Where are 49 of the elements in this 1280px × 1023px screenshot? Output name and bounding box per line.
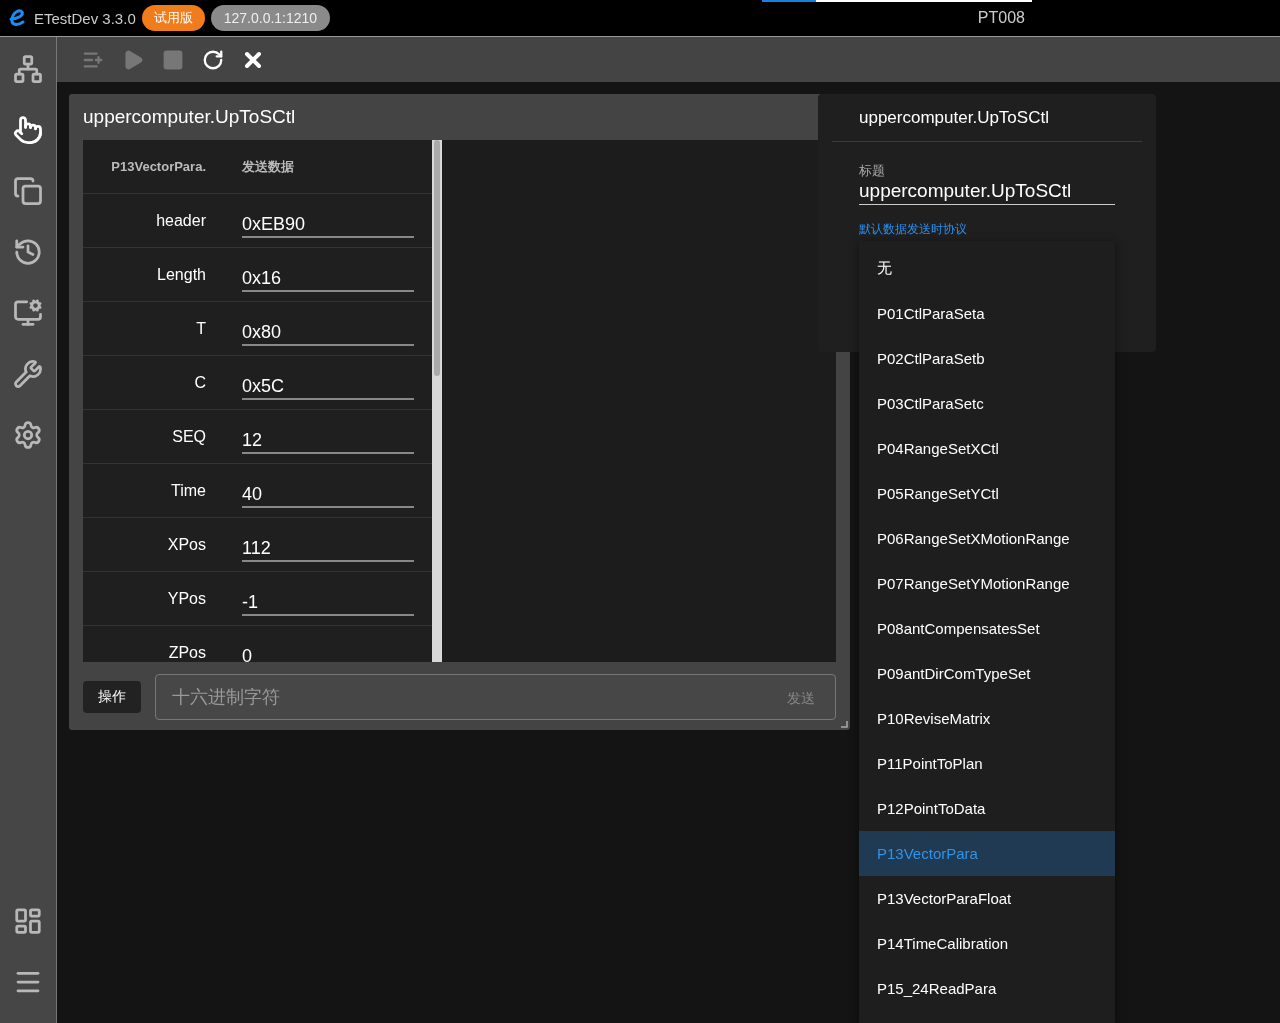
field-name: header (156, 211, 206, 230)
menu-option[interactable]: P05RangeSetYCtl (859, 471, 1115, 516)
value-field[interactable]: 0x80 (242, 311, 414, 346)
panel-title: uppercomputer.UpToSCtl (859, 107, 1049, 128)
menu-option[interactable]: P08antCompensatesSet (859, 606, 1115, 651)
value-field[interactable]: 0xEB90 (242, 203, 414, 238)
card-title: uppercomputer.UpToSCtl (83, 105, 297, 129)
action-button[interactable]: 操作 (83, 681, 141, 713)
field-name: YPos (167, 589, 206, 608)
device-name: PT008 (977, 9, 1025, 27)
value-field[interactable]: 0 (242, 635, 414, 662)
menu-option[interactable]: P03CtlParaSetc (859, 381, 1115, 426)
menu-option[interactable]: 无 (859, 246, 1115, 291)
title-field[interactable]: uppercomputer.UpToSCtl (859, 180, 1115, 205)
value-field[interactable]: 112 (242, 527, 414, 562)
column-header: 发送数据 (242, 157, 295, 176)
field-name: Length (157, 265, 206, 284)
menu-option[interactable]: P11PointToPlan (859, 741, 1115, 786)
value-field[interactable]: 12 (242, 419, 414, 454)
menu-option[interactable]: P07RangeSetYMotionRange (859, 561, 1115, 606)
column-header: P13VectorPara. (111, 159, 206, 174)
menu-option[interactable]: P04RangeSetXCtl (859, 426, 1115, 471)
field-label: 标题 (859, 162, 886, 180)
menu-option[interactable]: P12PointToData (859, 786, 1115, 831)
field-name: XPos (167, 535, 206, 554)
field-name: SEQ (172, 427, 206, 446)
menu-option[interactable]: P02CtlParaSetb (859, 336, 1115, 381)
field-name: C (194, 373, 206, 392)
field-name: ZPos (168, 643, 206, 662)
field-name: T (196, 319, 206, 338)
menu-option[interactable]: P13VectorParaFloat (859, 876, 1115, 921)
menu-option[interactable]: P14TimeCalibration (859, 921, 1115, 966)
menu-option[interactable]: P09antDirComTypeSet (859, 651, 1115, 696)
value-field[interactable]: -1 (242, 581, 414, 616)
resize-grip-icon[interactable] (841, 721, 848, 728)
address-badge: 127.0.0.1:1210 (210, 5, 331, 31)
field-name: Time (171, 481, 206, 500)
trial-badge: 试用版 (141, 5, 205, 31)
scrollbar[interactable] (432, 140, 442, 662)
menu-option[interactable]: P13VectorPara (859, 831, 1115, 876)
menu-option[interactable]: P15_24ReadPara (859, 966, 1115, 1011)
menu-option[interactable]: P10ReviseMatrix (859, 696, 1115, 741)
app-name: ETestDev 3.3.0 (34, 9, 136, 27)
field-label: 默认数据发送时协议 (859, 221, 968, 238)
value-field[interactable]: 0x16 (242, 257, 414, 292)
menu-option[interactable]: P06RangeSetXMotionRange (859, 516, 1115, 561)
value-field[interactable]: 40 (242, 473, 414, 508)
menu-option[interactable]: P01CtlParaSeta (859, 291, 1115, 336)
value-field[interactable]: 0x5C (242, 365, 414, 400)
